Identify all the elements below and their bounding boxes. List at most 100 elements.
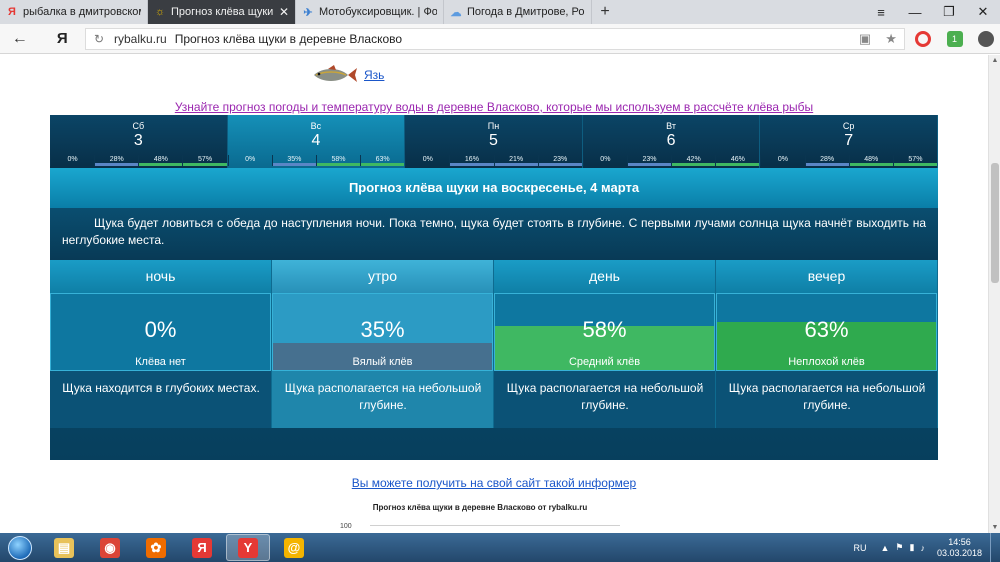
extension-target-icon[interactable] [909, 28, 937, 50]
day-period-bar [183, 163, 227, 166]
day-period-level: 63% [360, 155, 405, 166]
forecast-widget: Сб 3 0% 28% 48% 57% Вс 4 0% 35% 58% 63% Пн 5 0% 16% 21% 2… [50, 115, 938, 460]
bite-gauge: 0% Клёва нет [50, 293, 271, 371]
taskbar-app[interactable]: ▤ [42, 534, 86, 561]
taskbar: ▤ ◉ ✿ Я Y @ RU ▲ ⚑ ▮ ♪ 14:56 03.03.2018 [0, 533, 1000, 562]
day-period-percent: 48% [153, 156, 168, 163]
browser-tab[interactable]: ☁ Погода в Дмитрове, Росси [444, 0, 592, 24]
scroll-thumb[interactable] [991, 163, 999, 283]
period-column: вечер 63% Неплохой клёв Щука располагается … [716, 260, 938, 428]
clock-time: 14:56 [948, 536, 971, 547]
new-tab-button[interactable]: + [592, 0, 618, 24]
media-player-icon: ✿ [146, 537, 166, 558]
day-period-bar [627, 163, 672, 166]
day-period-percent: 63% [375, 156, 390, 163]
scroll-up-icon[interactable]: ▲ [989, 57, 1000, 64]
weather-link[interactable]: Узнайте прогноз погоды и температуру вод… [0, 100, 988, 114]
day-period-bar [716, 163, 760, 166]
taskbar-app[interactable]: Я [180, 534, 224, 561]
day-period-level: 0% [227, 155, 272, 166]
bookmark-star-icon[interactable]: ★ [878, 31, 904, 47]
minimize-button[interactable]: — [898, 0, 932, 24]
period-column: ночь 0% Клёва нет Щука находится в глубоких… [50, 260, 272, 428]
scroll-down-icon[interactable]: ▼ [989, 524, 1000, 531]
day-period-level: 28% [94, 155, 139, 166]
url-page-title: Прогноз клёва щуки в деревне Власково [174, 31, 403, 46]
period-name: ночь [50, 260, 271, 293]
tab-favicon-icon: ☼ [154, 6, 166, 18]
bite-label: Средний клёв [568, 356, 641, 368]
period-name: день [494, 260, 715, 293]
day-period-percent: 57% [908, 156, 923, 163]
day-tab[interactable]: Вс 4 0% 35% 58% 63% [227, 115, 406, 168]
fish-icon [314, 65, 357, 82]
address-bar: ← Я ↻ rybalku.ru Прогноз клёва щуки в де… [0, 24, 1000, 54]
day-period-bar [805, 163, 849, 166]
day-tab[interactable]: Пн 5 0% 16% 21% 23% [405, 115, 583, 168]
extension-adblock-icon[interactable]: 1 [941, 28, 969, 50]
tab-title: Мотобуксировщик. | Форум [319, 6, 437, 18]
bite-label: Неплохой клёв [788, 356, 865, 368]
url-field[interactable]: ↻ rybalku.ru Прогноз клёва щуки в деревн… [84, 27, 906, 50]
browser-tab[interactable]: ☼ Прогноз клёва щуки в де ✕ [148, 0, 296, 24]
day-period-level: 16% [449, 155, 494, 166]
period-description: Щука располагается на небольшой глубине. [728, 381, 926, 412]
network-icon[interactable]: ▮ [910, 542, 915, 553]
day-period-level: 23% [537, 155, 582, 166]
day-period-percent: 0% [777, 156, 789, 163]
extension-profile-icon[interactable] [972, 28, 1000, 50]
menu-icon[interactable]: ≡ [864, 0, 898, 24]
page-scrollbar[interactable]: ▲ ▼ [988, 55, 1000, 533]
day-period-percent: 42% [686, 156, 701, 163]
period-column: утро 35% Вялый клёв Щука располагается на н… [272, 260, 494, 428]
day-period-bar [139, 163, 183, 166]
tab-close-icon[interactable]: ✕ [279, 5, 289, 19]
day-name: Ср [842, 121, 855, 131]
browser-tab[interactable]: Ярыбалка в дмитровском ра [0, 0, 148, 24]
folder-icon: ▤ [54, 537, 74, 558]
taskbar-app[interactable]: @ [272, 534, 316, 561]
url-host: rybalku.ru [114, 31, 167, 46]
day-period-level: 48% [848, 155, 893, 166]
day-period-bar [229, 163, 272, 166]
reload-icon[interactable]: ↻ [94, 32, 104, 46]
day-tab[interactable]: Сб 3 0% 28% 48% 57% [50, 115, 228, 168]
taskbar-app[interactable]: ◉ [88, 534, 132, 561]
reader-icon[interactable]: ▣ [852, 31, 878, 47]
day-name: Сб [132, 121, 145, 131]
day-period-level: 0% [405, 155, 449, 166]
show-desktop-button[interactable] [990, 533, 1000, 562]
day-period-bar [361, 163, 405, 166]
language-indicator[interactable]: RU [854, 543, 867, 553]
day-period-bar [316, 163, 361, 166]
informer-link[interactable]: Вы можете получить на свой сайт такой ин… [0, 476, 988, 490]
day-tab[interactable]: Вт 6 0% 23% 42% 46% [582, 115, 761, 168]
day-period-level: 42% [671, 155, 716, 166]
taskbar-app[interactable]: ✿ [134, 534, 178, 561]
day-period-level: 58% [315, 155, 361, 166]
tray-expand-icon[interactable]: ▲ [881, 543, 890, 553]
day-number: 7 [844, 132, 854, 149]
clock[interactable]: 14:56 03.03.2018 [937, 537, 982, 559]
day-number: 5 [489, 132, 498, 149]
taskbar-app[interactable]: Y [226, 534, 270, 561]
day-period-level: 23% [626, 155, 672, 166]
day-period-level: 57% [182, 155, 227, 166]
day-period-bar [849, 163, 893, 166]
day-tab[interactable]: Ср 7 0% 28% 48% 57% [760, 115, 938, 168]
day-period-bar [51, 163, 94, 166]
day-selector: Сб 3 0% 28% 48% 57% Вс 4 0% 35% 58% 63% Пн 5 0% 16% 21% 2… [50, 115, 938, 168]
browser-tab[interactable]: ✈ Мотобуксировщик. | Форум [296, 0, 444, 24]
start-button[interactable] [0, 533, 40, 562]
back-button[interactable]: ← [0, 30, 40, 48]
close-window-button[interactable]: ✕ [966, 0, 1000, 24]
volume-icon[interactable]: ♪ [920, 543, 925, 553]
flag-icon[interactable]: ⚑ [895, 542, 903, 553]
day-period-bar [494, 163, 538, 166]
day-period-level: 28% [804, 155, 849, 166]
day-name: Вс [310, 121, 322, 131]
fish-link[interactable]: Язь [364, 68, 384, 82]
restore-button[interactable]: ❐ [932, 0, 966, 24]
period-description: Щука находится в глубоких местах. [62, 381, 260, 395]
yandex-logo-icon[interactable]: Я [40, 30, 85, 47]
